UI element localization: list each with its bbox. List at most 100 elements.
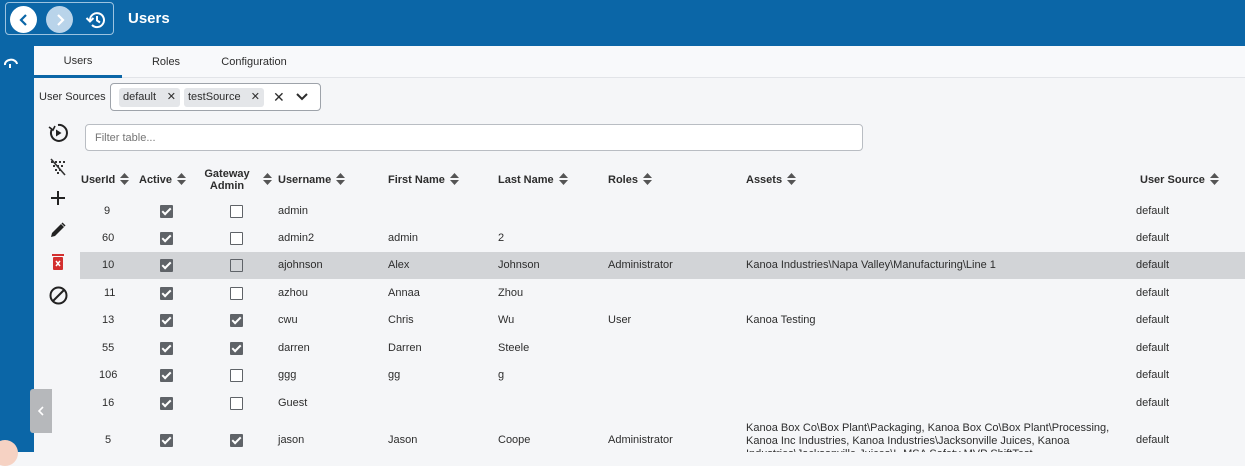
refresh-button[interactable] xyxy=(46,121,70,145)
cell-user-source: default xyxy=(1136,434,1170,446)
col-gateway-admin[interactable]: Gateway Admin xyxy=(203,168,251,192)
active-checkbox[interactable] xyxy=(160,314,173,327)
tab-configuration[interactable]: Configuration xyxy=(210,46,298,78)
chevron-down-icon[interactable] xyxy=(295,90,309,104)
cell-userid: 55 xyxy=(102,342,115,354)
clear-all-icon[interactable]: ✕ xyxy=(273,89,285,106)
table-row-selected[interactable]: 10 ajohnson Alex Johnson Administrator K… xyxy=(80,252,1245,279)
clear-filter-button[interactable] xyxy=(46,155,70,179)
active-checkbox[interactable] xyxy=(160,232,173,245)
col-username[interactable]: Username xyxy=(278,168,346,192)
col-assets[interactable]: Assets xyxy=(746,168,797,192)
sidebar-link-icon[interactable] xyxy=(2,58,20,70)
sort-icon[interactable] xyxy=(1209,172,1219,189)
table-row[interactable]: 5 jason Jason Coope Administrator Kanoa … xyxy=(80,420,1245,452)
cell-userid: 16 xyxy=(102,397,115,409)
table-row[interactable]: 9 admin default xyxy=(80,198,1245,225)
active-checkbox[interactable] xyxy=(160,205,173,218)
col-label: User Source xyxy=(1140,174,1205,186)
history-icon xyxy=(85,11,105,28)
col-user-source[interactable]: User Source xyxy=(1140,168,1219,192)
col-label: Last Name xyxy=(498,174,554,186)
sort-icon[interactable] xyxy=(449,172,459,189)
sort-icon[interactable] xyxy=(177,172,187,189)
cell-roles: Administrator xyxy=(608,259,673,271)
col-active[interactable]: Active xyxy=(139,168,187,192)
chip-label: default xyxy=(123,91,157,103)
table-row[interactable]: 13 cwu Chris Wu User Kanoa Testing defau… xyxy=(80,307,1245,334)
cell-userid: 11 xyxy=(104,287,116,299)
source-chip-testsource: testSource ✕ xyxy=(184,88,264,107)
sort-icon[interactable] xyxy=(642,172,652,189)
active-checkbox[interactable] xyxy=(160,397,173,410)
cell-assets: Kanoa Box Co\Box Plant\Packaging, Kanoa … xyxy=(746,422,1110,452)
user-sources-select[interactable]: default ✕ testSource ✕ ✕ xyxy=(110,83,321,111)
delete-button[interactable] xyxy=(46,250,70,274)
table-row[interactable]: 55 darren Darren Steele default xyxy=(80,335,1245,362)
forward-button[interactable] xyxy=(46,6,73,33)
sort-icon[interactable] xyxy=(787,172,797,189)
col-userid[interactable]: UserId xyxy=(81,168,130,192)
cell-last-name: Steele xyxy=(498,342,530,354)
edit-pencil-icon xyxy=(51,222,66,237)
add-button[interactable] xyxy=(46,186,70,210)
sort-icon[interactable] xyxy=(120,172,130,189)
cell-first-name: Chris xyxy=(388,314,414,326)
gateway-admin-checkbox[interactable] xyxy=(230,205,243,218)
tab-bar: Users Roles Configuration xyxy=(34,46,1245,78)
table-row[interactable]: 11 azhou Annaa Zhou default xyxy=(80,280,1245,307)
col-label: Username xyxy=(278,174,332,186)
col-label: First Name xyxy=(388,174,445,186)
col-label: UserId xyxy=(81,174,116,186)
sort-icon[interactable] xyxy=(558,172,568,189)
clear-filter-icon xyxy=(50,158,66,176)
col-first-name[interactable]: First Name xyxy=(388,168,459,192)
edit-button[interactable] xyxy=(46,218,70,242)
sort-icon[interactable] xyxy=(263,172,272,189)
back-button[interactable] xyxy=(10,6,37,33)
tab-roles[interactable]: Roles xyxy=(138,46,194,78)
active-checkbox[interactable] xyxy=(160,369,173,382)
cell-userid: 10 xyxy=(102,259,115,271)
disable-button[interactable] xyxy=(46,283,70,307)
active-checkbox[interactable] xyxy=(160,434,173,447)
cell-user-source: default xyxy=(1136,314,1170,326)
sort-icon[interactable] xyxy=(336,172,346,189)
gateway-admin-checkbox[interactable] xyxy=(230,434,243,447)
cell-username: cwu xyxy=(278,314,298,326)
active-checkbox[interactable] xyxy=(160,287,173,300)
chevron-left-icon xyxy=(37,406,44,416)
active-checkbox[interactable] xyxy=(160,259,173,272)
cell-username: azhou xyxy=(278,287,308,299)
sidebar-collapse-toggle[interactable] xyxy=(30,389,52,433)
gateway-admin-checkbox[interactable] xyxy=(230,232,243,245)
active-checkbox[interactable] xyxy=(160,342,173,355)
source-chip-default: default ✕ xyxy=(119,88,180,107)
cell-username: admin2 xyxy=(278,232,315,244)
chip-label: testSource xyxy=(188,91,241,103)
remove-chip-icon[interactable]: ✕ xyxy=(167,88,176,107)
table-row[interactable]: 106 ggg gg g default xyxy=(80,362,1245,389)
gateway-admin-checkbox[interactable] xyxy=(230,287,243,300)
filter-input[interactable] xyxy=(85,124,863,151)
col-gateway-admin-sort[interactable] xyxy=(258,168,272,192)
cell-userid: 13 xyxy=(102,314,115,326)
table-row[interactable]: 60 admin2 admin 2 default xyxy=(80,225,1245,252)
col-roles[interactable]: Roles xyxy=(608,168,652,192)
col-last-name[interactable]: Last Name xyxy=(498,168,568,192)
table-row[interactable]: 16 Guest default xyxy=(80,390,1245,417)
cell-first-name: Annaa xyxy=(388,287,420,299)
refresh-play-icon xyxy=(48,123,68,142)
cell-first-name: Alex xyxy=(388,259,410,271)
remove-chip-icon[interactable]: ✕ xyxy=(251,88,260,107)
gateway-admin-checkbox[interactable] xyxy=(230,369,243,382)
gateway-admin-checkbox[interactable] xyxy=(230,342,243,355)
cell-user-source: default xyxy=(1136,259,1170,271)
gateway-admin-checkbox[interactable] xyxy=(230,314,243,327)
history-button[interactable] xyxy=(82,6,109,33)
gateway-admin-checkbox[interactable] xyxy=(230,397,243,410)
forward-arrow-icon xyxy=(56,13,65,26)
tab-users[interactable]: Users xyxy=(34,46,122,78)
cell-userid: 9 xyxy=(104,205,111,217)
gateway-admin-checkbox[interactable] xyxy=(230,259,243,272)
